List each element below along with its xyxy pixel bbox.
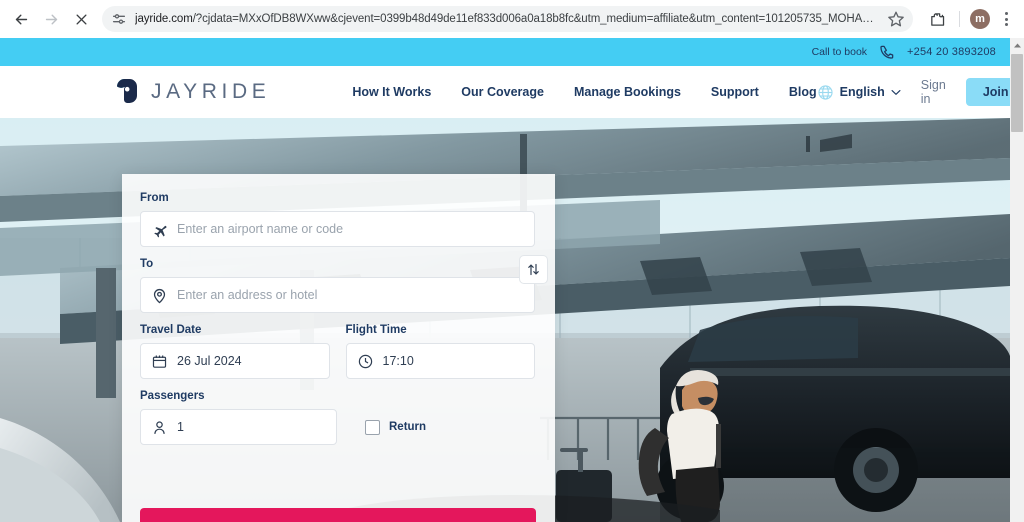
scroll-up-arrow-icon	[1013, 43, 1021, 47]
sign-in-link[interactable]: Sign in	[921, 78, 946, 106]
url-path: /?cjdata=MXxOfDB8WXww&cjevent=0399b48d49…	[192, 13, 883, 25]
menu-dot	[1004, 23, 1008, 26]
menu-dot	[1004, 12, 1008, 15]
flight-time-value: 17:10	[382, 354, 414, 368]
swap-locations-button[interactable]	[519, 255, 548, 284]
passengers-label: Passengers	[140, 390, 205, 402]
passengers-group: Passengers 1 Return	[140, 390, 535, 445]
to-input[interactable]: Enter an address or hotel	[140, 277, 535, 313]
nav-item-support[interactable]: Support	[711, 85, 759, 99]
page-scrollbar[interactable]	[1010, 38, 1024, 522]
passengers-value: 1	[177, 420, 184, 434]
language-label: English	[839, 85, 885, 99]
logo-link[interactable]: JAYRIDE	[114, 77, 270, 107]
close-icon	[76, 14, 86, 24]
return-checkbox-group[interactable]: Return	[365, 419, 427, 435]
booking-search-card: From Enter an airport name or code To En…	[122, 174, 555, 522]
scrollbar-thumb[interactable]	[1011, 54, 1023, 132]
person-icon	[154, 420, 165, 434]
passengers-input[interactable]: 1	[140, 409, 337, 445]
flight-time-input[interactable]: 17:10	[345, 343, 535, 379]
back-arrow-icon	[15, 14, 27, 24]
travel-date-input[interactable]: 26 Jul 2024	[140, 343, 330, 379]
puzzle-piece-icon	[930, 12, 944, 26]
main-navigation: How It Works Our Coverage Manage Booking…	[352, 85, 816, 99]
from-input[interactable]: Enter an airport name or code	[140, 211, 535, 247]
nav-item-our-coverage[interactable]: Our Coverage	[461, 85, 544, 99]
nav-item-blog[interactable]: Blog	[789, 85, 817, 99]
call-to-book-label: Call to book	[811, 46, 868, 58]
stop-loading-button[interactable]	[66, 4, 96, 34]
url-text: jayride.com/?cjdata=MXxOfDB8WXww&cjevent…	[135, 6, 883, 32]
brand-name: JAYRIDE	[151, 80, 271, 103]
swap-arrows-icon	[528, 263, 539, 276]
calendar-icon	[152, 354, 167, 368]
phone-icon	[880, 45, 894, 59]
travel-date-label: Travel Date	[140, 324, 202, 336]
return-checkbox[interactable]	[365, 419, 380, 435]
browser-toolbar: jayride.com/?cjdata=MXxOfDB8WXww&cjevent…	[0, 0, 1024, 38]
site-header: JAYRIDE How It Works Our Coverage Manage…	[0, 66, 1010, 118]
extensions-button[interactable]	[924, 6, 950, 32]
language-selector[interactable]: English	[817, 84, 901, 101]
forward-button[interactable]	[36, 4, 66, 34]
browser-actions: m	[921, 6, 1024, 32]
passengers-row: 1 Return	[140, 409, 535, 445]
join-button[interactable]: Join	[965, 78, 1010, 106]
jayride-logo-icon	[114, 77, 141, 107]
bookmark-star-icon[interactable]	[887, 10, 905, 28]
call-to-book-group: Call to book +254 20 3893208	[812, 44, 996, 60]
back-button[interactable]	[6, 4, 36, 34]
hero-banner: From Enter an airport name or code To En…	[0, 118, 1010, 522]
phone-number-link[interactable]: +254 20 3893208	[907, 46, 996, 58]
from-placeholder: Enter an airport name or code	[177, 222, 344, 236]
nav-item-manage-bookings[interactable]: Manage Bookings	[574, 85, 681, 99]
page-viewport: Call to book +254 20 3893208 JAYRIDE How…	[0, 38, 1010, 522]
browser-menu-button[interactable]	[996, 7, 1016, 31]
travel-date-value: 26 Jul 2024	[177, 354, 242, 368]
to-placeholder: Enter an address or hotel	[177, 288, 318, 302]
to-label: To	[140, 258, 154, 270]
date-time-row: Travel Date 26 Jul 2024 Flight Time 17:1…	[140, 324, 535, 379]
search-transfers-button[interactable]	[140, 508, 536, 522]
top-utility-bar: Call to book +254 20 3893208	[0, 38, 1010, 66]
scrollbar-up-button[interactable]	[1010, 38, 1024, 52]
from-label: From	[140, 192, 169, 204]
flight-time-group: Flight Time 17:10	[345, 324, 535, 379]
logo-glyph	[117, 79, 137, 103]
nav-item-how-it-works[interactable]: How It Works	[352, 85, 431, 99]
chevron-down-icon	[891, 89, 901, 95]
to-field-group: To Enter an address or hotel	[140, 258, 535, 313]
from-field-group: From Enter an airport name or code	[140, 192, 535, 247]
globe-icon	[818, 84, 833, 100]
site-settings-icon[interactable]	[111, 11, 127, 27]
address-bar[interactable]: jayride.com/?cjdata=MXxOfDB8WXww&cjevent…	[102, 6, 913, 32]
forward-arrow-icon	[45, 14, 57, 24]
flight-time-label: Flight Time	[345, 324, 407, 336]
airplane-icon	[154, 225, 167, 238]
toolbar-divider	[959, 11, 960, 27]
profile-avatar[interactable]: m	[970, 9, 990, 29]
menu-dot	[1004, 17, 1008, 21]
clock-icon	[358, 354, 372, 368]
url-domain: jayride.com	[135, 13, 193, 25]
return-label: Return	[389, 421, 427, 433]
location-pin-icon	[153, 288, 166, 303]
travel-date-group: Travel Date 26 Jul 2024	[140, 324, 330, 379]
header-actions: English Sign in Join	[817, 78, 1010, 106]
